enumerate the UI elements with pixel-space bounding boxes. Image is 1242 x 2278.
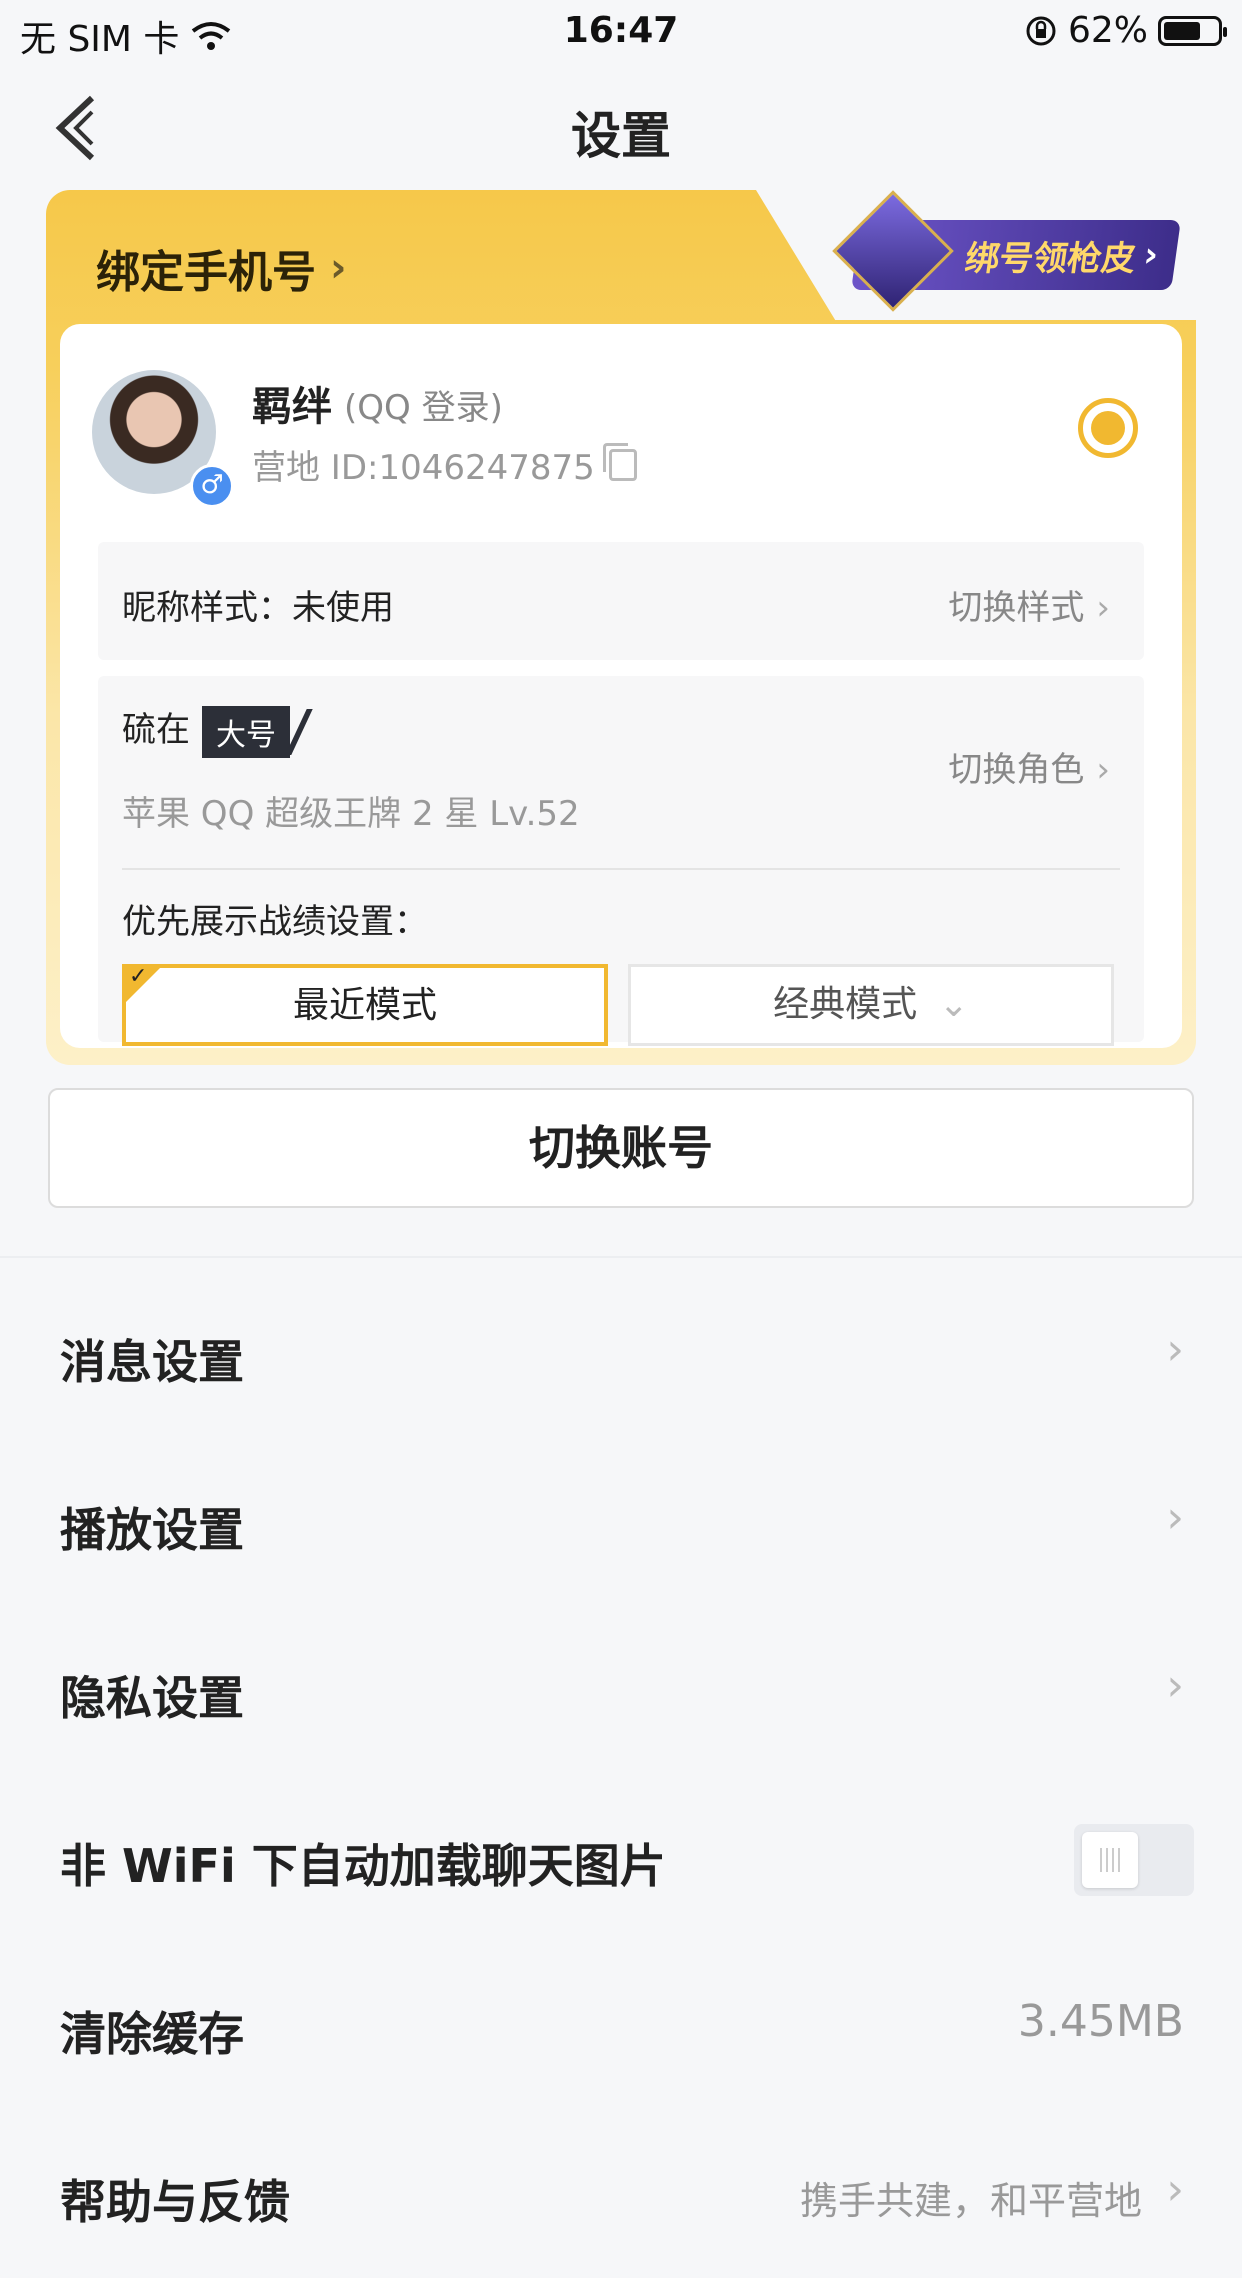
help-feedback-label: 帮助与反馈: [60, 2175, 290, 2229]
role-prefix: 硫在: [122, 710, 190, 750]
chevron-right-icon: ›: [1141, 235, 1161, 275]
role-info: 苹果 QQ 超级王牌 2 星 Lv.52: [122, 794, 580, 834]
clear-cache-row[interactable]: 清除缓存 3.45MB: [0, 1942, 1242, 2110]
switch-account-button[interactable]: 切换账号: [48, 1088, 1194, 1208]
switch-style-label: 切换样式: [948, 588, 1085, 628]
battery-percent: 62%: [1067, 10, 1148, 51]
switch-role-label: 切换角色: [948, 750, 1085, 790]
account-selected-radio[interactable]: [1078, 398, 1138, 458]
auto-load-images-toggle[interactable]: [1074, 1824, 1194, 1896]
account-card: 绑定手机号 › 绑号领枪皮 › ♂ 羁绊 (QQ 登录) 营地 ID:10462…: [46, 190, 1196, 1065]
section-divider: [0, 1256, 1242, 1258]
chevron-right-icon: ›: [330, 245, 347, 291]
account-info-panel: ♂ 羁绊 (QQ 登录) 营地 ID:1046247875 昵称样式：未使用 切…: [60, 324, 1182, 1048]
divider: [122, 868, 1120, 870]
help-feedback-row[interactable]: 帮助与反馈 携手共建，和平营地 ›: [0, 2110, 1242, 2278]
chevron-right-icon: ›: [1166, 1324, 1184, 1375]
privacy-settings-label: 隐私设置: [60, 1671, 244, 1725]
switch-role-link[interactable]: 切换角色 ›: [948, 742, 1110, 791]
message-settings-row[interactable]: 消息设置 ›: [0, 1270, 1242, 1438]
classic-mode-label: 经典模式: [773, 984, 918, 1025]
cache-size: 3.45MB: [1017, 1996, 1184, 2047]
page-title: 设置: [571, 107, 671, 165]
chevron-right-icon: ›: [1096, 750, 1110, 790]
camp-id: 营地 ID:1046247875: [252, 448, 595, 488]
bind-phone-label: 绑定手机号: [96, 247, 316, 298]
chevron-right-icon: ›: [1166, 1492, 1184, 1543]
classic-mode-dropdown[interactable]: 经典模式 ⌄: [628, 964, 1114, 1046]
clear-cache-label: 清除缓存: [60, 2007, 244, 2061]
role-title: 硫在 大号: [122, 702, 313, 758]
bind-phone-link[interactable]: 绑定手机号 ›: [96, 236, 346, 300]
chevron-down-icon: ⌄: [938, 984, 969, 1025]
role-row: 硫在 大号 苹果 QQ 超级王牌 2 星 Lv.52 切换角色 › 优先展示战绩设置…: [98, 676, 1144, 1046]
stats-pref-label: 优先展示战绩设置：: [122, 902, 428, 942]
promo-label: 绑号领枪皮: [962, 238, 1139, 279]
recent-mode-label: 最近模式: [292, 985, 437, 1026]
username: 羁绊: [252, 384, 332, 430]
chevron-right-icon: ›: [1096, 588, 1110, 628]
check-icon: ✓: [129, 964, 148, 989]
nav-bar: 设置: [0, 72, 1242, 182]
privacy-settings-row[interactable]: 隐私设置 ›: [0, 1606, 1242, 1774]
playback-settings-row[interactable]: 播放设置 ›: [0, 1438, 1242, 1606]
playback-settings-label: 播放设置: [60, 1503, 244, 1557]
auto-load-images-label: 非 WiFi 下自动加载聊天图片: [60, 1839, 666, 1893]
recent-mode-button[interactable]: ✓ 最近模式: [122, 964, 608, 1046]
nickname-style-row[interactable]: 昵称样式：未使用 切换样式 ›: [98, 542, 1144, 660]
camp-id-row: 营地 ID:1046247875: [252, 440, 637, 489]
help-feedback-subtitle: 携手共建，和平营地: [799, 2179, 1142, 2223]
auto-load-images-row: 非 WiFi 下自动加载聊天图片: [0, 1774, 1242, 1942]
copy-icon[interactable]: [602, 442, 637, 481]
rotation-lock-icon: [1026, 16, 1056, 45]
battery-icon: [1158, 15, 1227, 46]
message-settings-label: 消息设置: [60, 1335, 244, 1389]
nickname-style-label: 昵称样式：未使用: [122, 588, 394, 628]
switch-style-link[interactable]: 切换样式 ›: [948, 580, 1110, 629]
toggle-knob: [1082, 1832, 1138, 1888]
main-account-tag: 大号: [202, 705, 290, 758]
male-icon: ♂: [190, 464, 234, 508]
login-type: (QQ 登录): [344, 388, 503, 428]
status-right: 62%: [1024, 10, 1227, 51]
chevron-right-icon: ›: [1166, 1660, 1184, 1711]
status-bar: 无 SIM 卡 16:47 62%: [0, 0, 1242, 62]
chevron-right-icon: ›: [1166, 2164, 1184, 2215]
